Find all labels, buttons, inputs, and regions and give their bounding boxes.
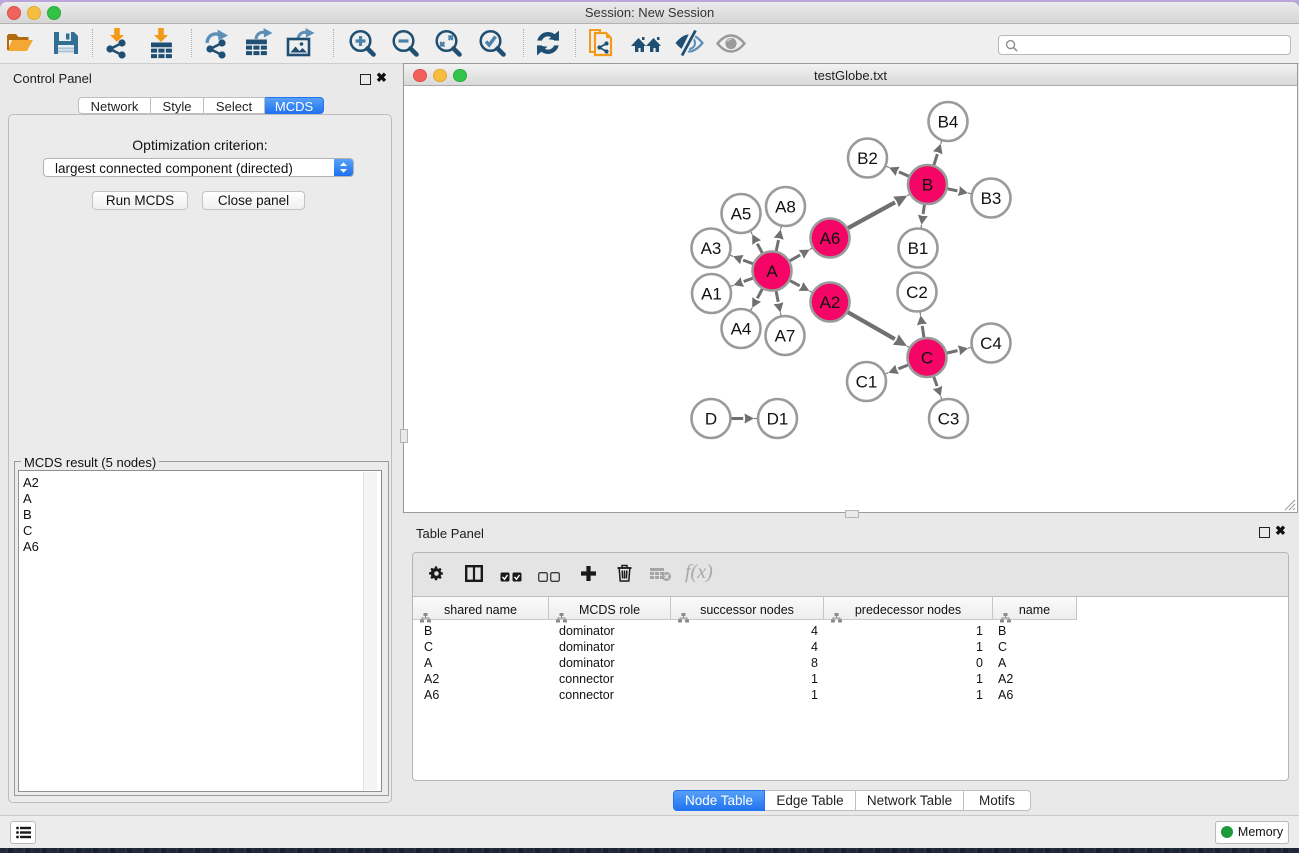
svg-text:A: A [766,262,778,281]
svg-text:A6: A6 [820,229,841,248]
svg-text:B4: B4 [938,113,959,132]
svg-text:A7: A7 [775,327,796,346]
svg-text:B1: B1 [908,239,929,258]
svg-text:A3: A3 [701,239,722,258]
svg-text:C2: C2 [906,283,928,302]
svg-text:C: C [921,349,933,368]
svg-text:C4: C4 [980,334,1002,353]
svg-text:D1: D1 [767,410,789,429]
svg-text:A8: A8 [775,198,796,217]
svg-text:A1: A1 [701,285,722,304]
svg-text:A2: A2 [820,293,841,312]
svg-text:B2: B2 [857,149,878,168]
svg-text:C1: C1 [856,373,878,392]
svg-text:B3: B3 [981,189,1002,208]
svg-text:B: B [922,176,933,195]
svg-text:A5: A5 [731,205,752,224]
svg-text:D: D [705,410,717,429]
svg-text:C3: C3 [938,410,960,429]
svg-text:A4: A4 [731,320,752,339]
